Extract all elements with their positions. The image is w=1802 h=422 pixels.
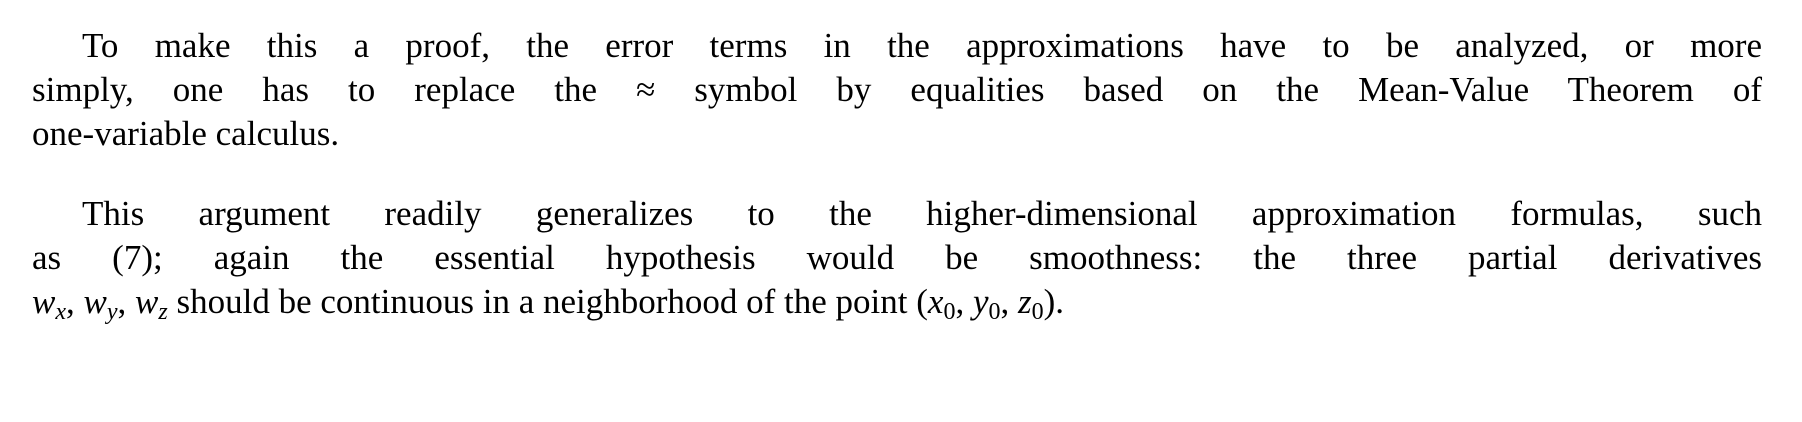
text-line: This argument readily generalizes to the…	[82, 194, 1762, 233]
math-wx: wx	[32, 282, 67, 325]
text-line: simply, one has to replace the ≈ symbol …	[32, 70, 1762, 109]
text-line: To make this a proof, the error terms in…	[82, 26, 1762, 65]
text-segment: should be continuous in a neighborhood o…	[167, 282, 917, 321]
text-line: as (7); again the essential hypothesis w…	[32, 238, 1762, 277]
paragraph-1: To make this a proof, the error terms in…	[32, 24, 1762, 156]
math-point: (x0, y0, z0)	[916, 282, 1056, 325]
text-line: wx, wy, wz should be continuous in a nei…	[32, 282, 1065, 325]
math-wy: wy	[83, 282, 118, 325]
text-line: one-variable calculus.	[32, 114, 340, 153]
paragraph-2: This argument readily generalizes to the…	[32, 192, 1762, 324]
math-wz: wz	[135, 282, 168, 325]
